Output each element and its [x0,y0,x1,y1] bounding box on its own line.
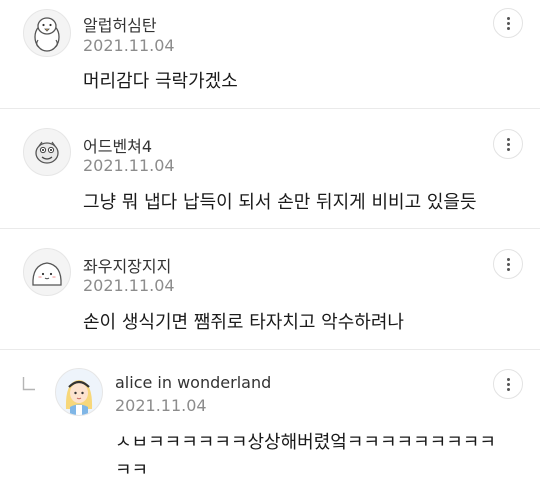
comment-date: 2021.11.04 [115,396,207,415]
comment-author[interactable]: 좌우지장지지 [83,253,171,277]
comment-author[interactable]: alice in wonderland [115,373,271,392]
alice-avatar-icon[interactable] [55,368,103,416]
comment-item: 좌우지장지지 2021.11.04 손이 생식기면 쨈쥐로 타자치고 악수하려나 [0,229,540,349]
reply-comment-item: alice in wonderland 2021.11.04 ㅅㅂㅋㅋㅋㅋㅋㅋ상… [0,350,540,481]
cartoon-face-avatar-icon[interactable] [23,128,71,176]
more-vertical-icon[interactable] [493,249,523,279]
comment-author[interactable]: 어드벤쳐4 [83,133,152,157]
comment-text: 그냥 뭐 냅다 납득이 되서 손만 뒤지게 비비고 있을듯 [83,192,477,213]
penguin-avatar-icon[interactable] [23,9,71,57]
comment-item: 어드벤쳐4 2021.11.04 그냥 뭐 냅다 납득이 되서 손만 뒤지게 비… [0,109,540,228]
comment-author[interactable]: 알럽허심탄 [83,12,157,36]
reply-indent-icon [22,376,36,395]
more-vertical-icon[interactable] [493,129,523,159]
blob-avatar-icon[interactable] [23,248,71,296]
comment-date: 2021.11.04 [83,276,175,295]
comment-text-continued: ㅋㅋ [115,460,149,481]
comment-text: ㅅㅂㅋㅋㅋㅋㅋㅋ상상해버렸엌ㅋㅋㅋㅋㅋㅋㅋㅋㅋ [115,432,496,453]
comment-date: 2021.11.04 [83,156,175,175]
comment-text: 머리감다 극락가겠소 [83,71,238,92]
more-vertical-icon[interactable] [493,8,523,38]
more-vertical-icon[interactable] [493,369,523,399]
comment-item: 알럽허심탄 2021.11.04 머리감다 극락가겠소 [0,0,540,108]
comment-text: 손이 생식기면 쨈쥐로 타자치고 악수하려나 [83,312,404,333]
comment-date: 2021.11.04 [83,36,175,55]
